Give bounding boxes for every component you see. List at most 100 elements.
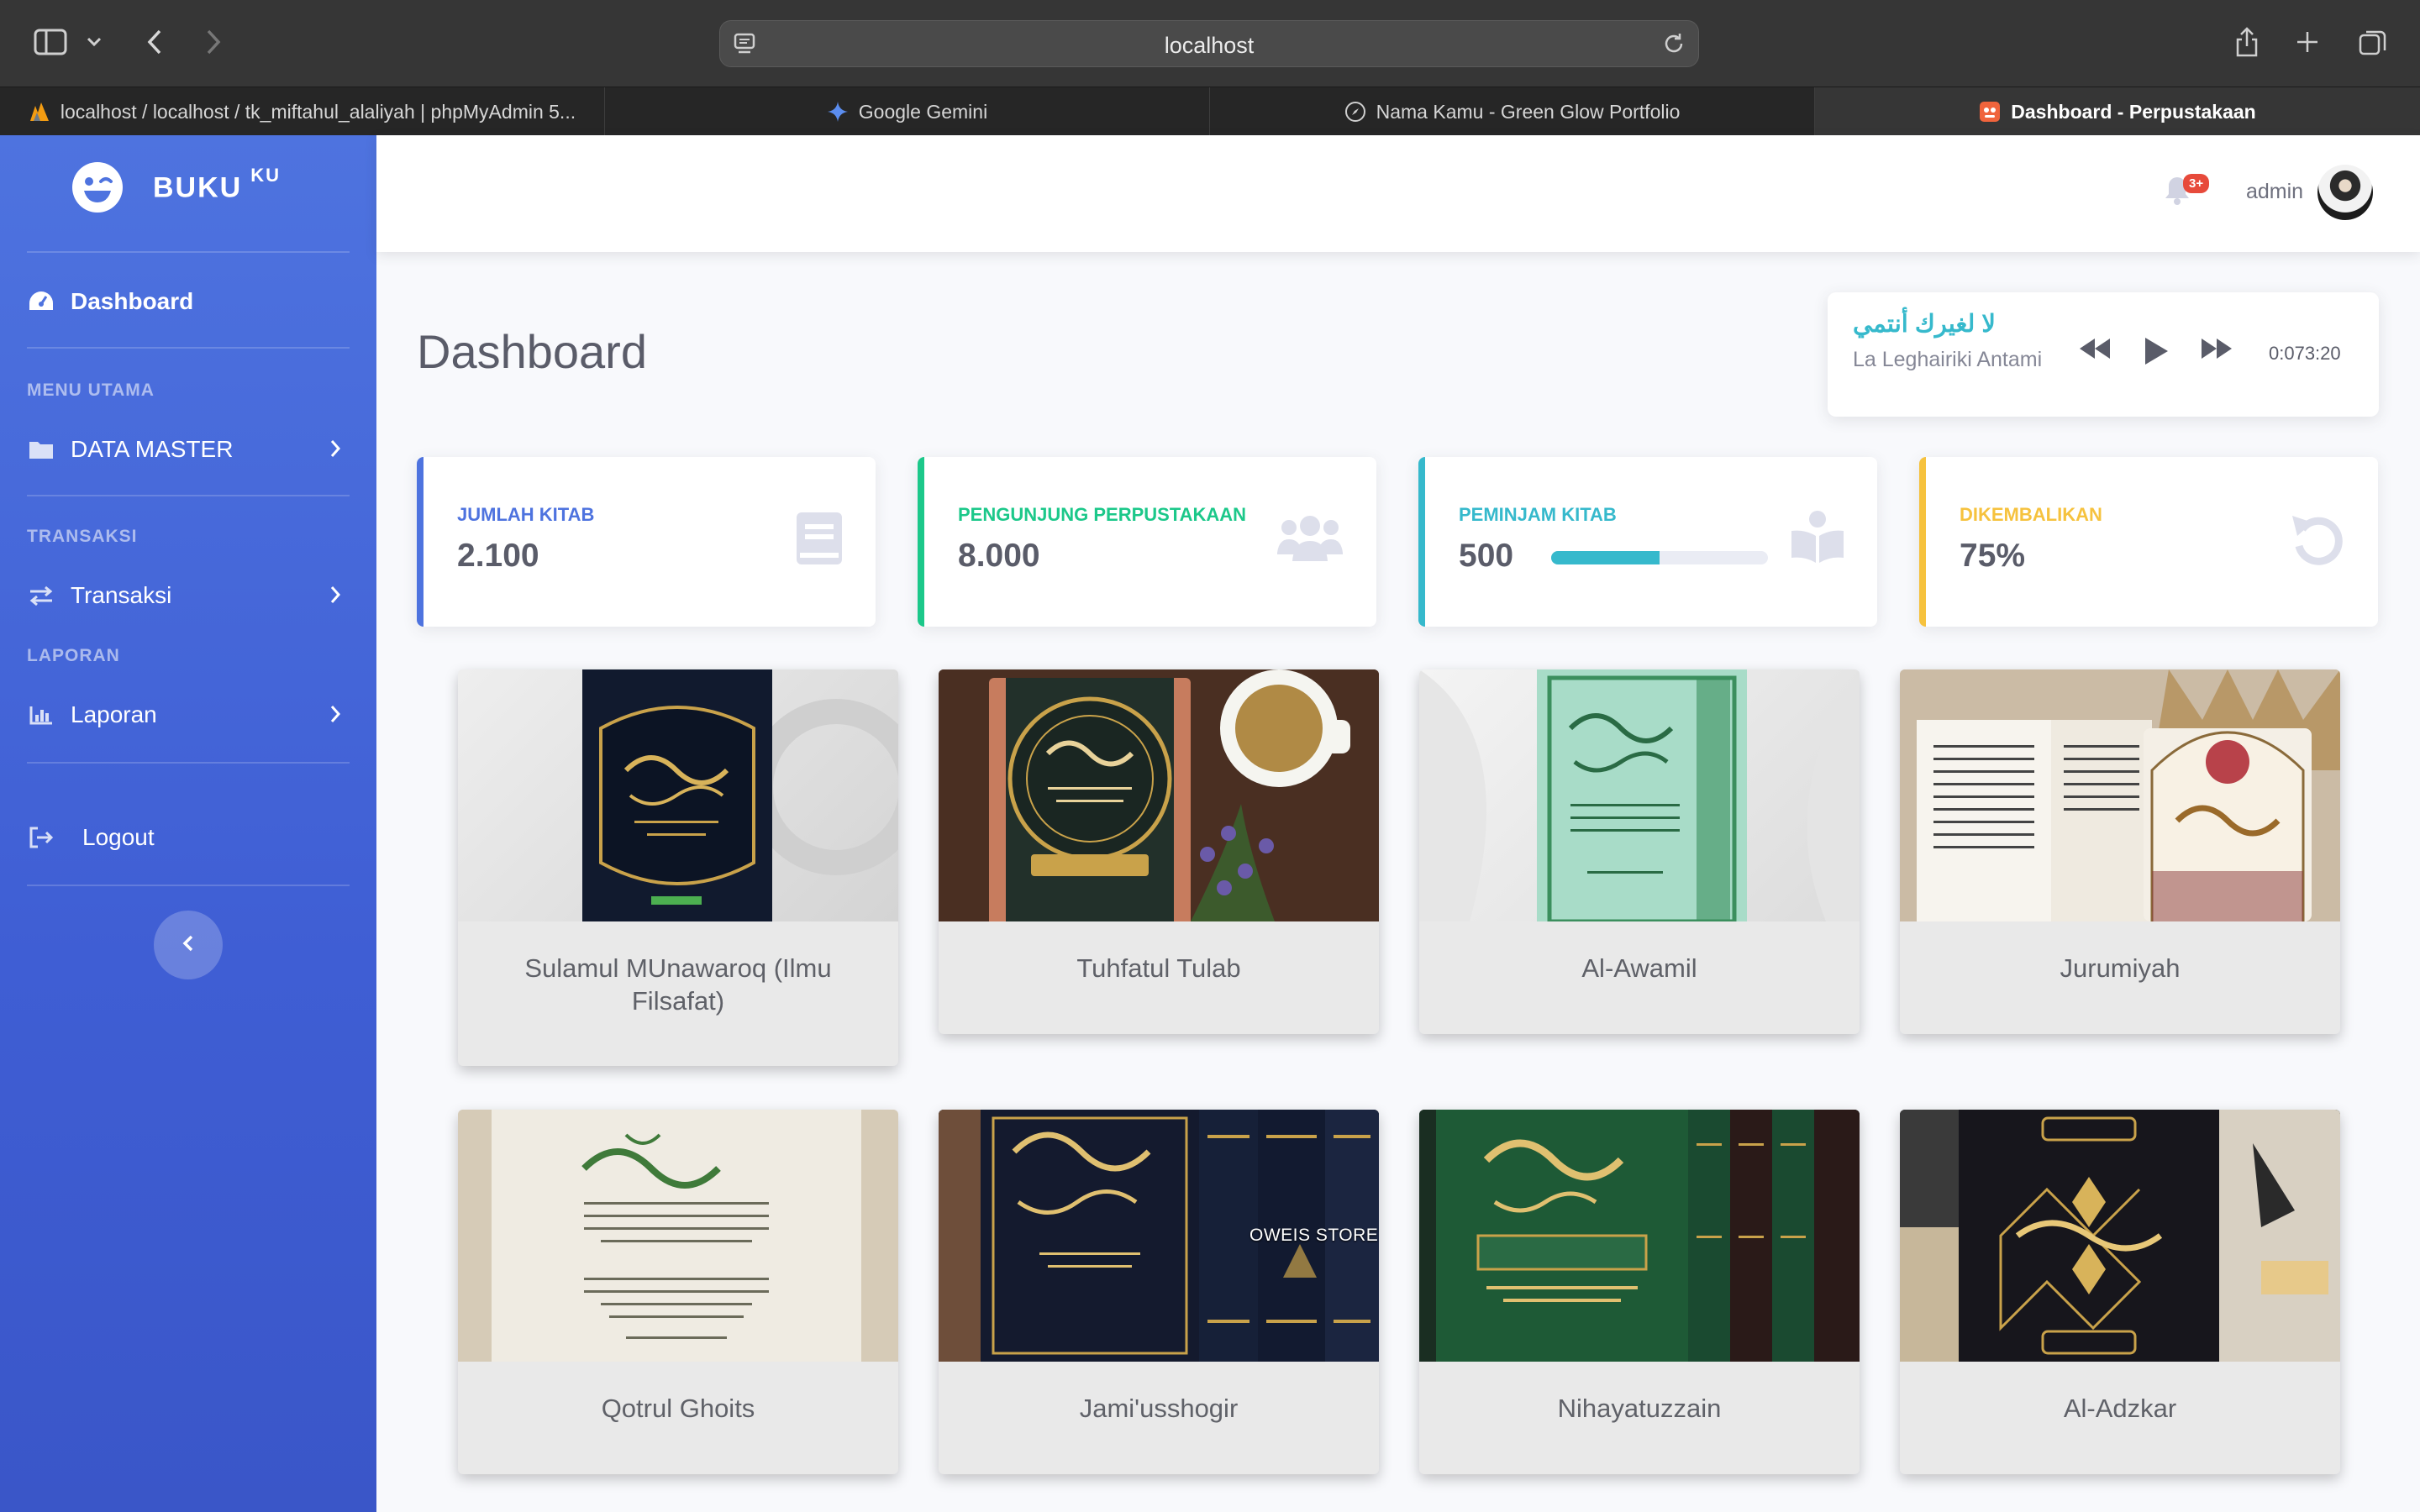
- divider: [27, 885, 350, 886]
- song-title-arabic: لا لغيرك أنتمي: [1853, 311, 1996, 338]
- tab-portfolio[interactable]: Nama Kamu - Green Glow Portfolio: [1210, 87, 1815, 136]
- progress-fill: [1551, 551, 1660, 564]
- chevron-down-icon[interactable]: [79, 22, 109, 62]
- sidebar-heading-transaksi: TRANSAKSI: [27, 527, 138, 546]
- book-title: Qotrul Ghoits: [601, 1394, 755, 1423]
- stat-card-jumlah-kitab: JUMLAH KITAB 2.100: [417, 457, 876, 627]
- sidebar-item-label: Transaksi: [71, 582, 172, 608]
- sidebar-item-label: Dashboard: [71, 288, 194, 314]
- rewind-icon[interactable]: [2078, 336, 2112, 365]
- book-cover: [1900, 1110, 2340, 1362]
- chevron-right-icon: [329, 584, 341, 611]
- stat-value: 8.000: [958, 538, 1040, 574]
- sidebar-item-transaksi[interactable]: Transaksi: [27, 574, 350, 617]
- tab-label: Google Gemini: [858, 100, 988, 123]
- divider: [27, 251, 350, 253]
- user-name[interactable]: admin: [2246, 180, 2303, 204]
- divider: [27, 762, 350, 764]
- tab-phpmyadmin[interactable]: localhost / localhost / tk_miftahul_alal…: [0, 87, 605, 136]
- book-cover: [1419, 669, 1860, 921]
- browser-toolbar: localhost: [0, 0, 2420, 87]
- stat-label: DIKEMBALIKAN: [1960, 504, 2102, 525]
- book-cover: [1900, 669, 2340, 921]
- sidebar-item-data-master[interactable]: DATA MASTER: [27, 428, 350, 471]
- brand-name: BUKU KU: [153, 165, 281, 204]
- divider: [27, 495, 350, 496]
- sidebar-heading-laporan: LAPORAN: [27, 646, 120, 665]
- tab-label: Dashboard - Perpustakaan: [2011, 100, 2256, 123]
- book-card[interactable]: Sulamul MUnawaroq (Ilmu Filsafat): [458, 669, 898, 1066]
- book-title: Jurumiyah: [2060, 953, 2181, 983]
- chart-area-icon: [27, 701, 55, 729]
- book-card[interactable]: Jurumiyah: [1900, 669, 2340, 1034]
- sidebar: BUKU KU Dashboard MENU UTAMA DATA MASTER …: [0, 135, 376, 1512]
- watermark-text: OWEIS STORE: [1249, 1226, 1379, 1245]
- tab-label: Nama Kamu - Green Glow Portfolio: [1376, 100, 1681, 123]
- stat-label: PENGUNJUNG PERPUSTAKAAN: [958, 504, 1247, 525]
- stat-label: PEMINJAM KITAB: [1459, 504, 1617, 525]
- sidebar-collapse-button[interactable]: [154, 911, 223, 979]
- tab-strip: localhost / localhost / tk_miftahul_alal…: [0, 87, 2420, 136]
- book-title: Tuhfatul Tulab: [1076, 953, 1241, 983]
- book-title: Al-Adzkar: [2063, 1394, 2177, 1423]
- book-reader-icon: [1790, 509, 1845, 569]
- sidebar-item-label: Laporan: [71, 701, 157, 727]
- new-tab-icon[interactable]: [2287, 22, 2328, 62]
- exchange-icon: [27, 581, 55, 610]
- tab-label: localhost / localhost / tk_miftahul_alal…: [60, 100, 576, 123]
- fast-forward-icon[interactable]: [2200, 336, 2233, 365]
- book-card[interactable]: Al-Adzkar: [1900, 1110, 2340, 1474]
- progress-bar: [1551, 551, 1768, 564]
- book-card[interactable]: Al-Awamil: [1419, 669, 1860, 1034]
- song-title-latin: La Leghairiki Antami: [1853, 348, 2043, 371]
- forward-icon[interactable]: [193, 22, 234, 62]
- sidebar-toggle-icon[interactable]: [30, 22, 71, 62]
- sidebar-item-laporan[interactable]: Laporan: [27, 693, 350, 737]
- stat-value: 75%: [1960, 538, 2026, 574]
- share-icon[interactable]: [2227, 22, 2267, 62]
- avatar[interactable]: [2317, 165, 2373, 220]
- reload-icon[interactable]: [1661, 31, 1686, 60]
- stat-value: 500: [1459, 538, 1514, 574]
- gemini-icon: [827, 101, 849, 123]
- book-cover: [939, 669, 1379, 921]
- tab-overview-icon[interactable]: [2353, 22, 2393, 62]
- notification-badge: 3+: [2183, 174, 2210, 193]
- book-title: Sulamul MUnawaroq (Ilmu Filsafat): [524, 953, 832, 1016]
- sidebar-heading-menu: MENU UTAMA: [27, 381, 155, 400]
- page-title: Dashboard: [417, 325, 647, 378]
- compass-icon: [1344, 101, 1366, 123]
- folder-icon: [27, 435, 55, 464]
- sign-out-icon: [27, 823, 55, 852]
- brand[interactable]: BUKU KU: [71, 160, 281, 214]
- book-card[interactable]: Qotrul Ghoits: [458, 1110, 898, 1474]
- stat-card-pengunjung: PENGUNJUNG PERPUSTAKAAN 8.000: [918, 457, 1376, 627]
- sidebar-item-label: DATA MASTER: [71, 436, 234, 462]
- address-bar[interactable]: localhost: [719, 20, 1699, 67]
- chevron-right-icon: [329, 703, 341, 730]
- play-icon[interactable]: [2143, 336, 2170, 370]
- book-cover: OWEIS STORE: [939, 1110, 1379, 1362]
- stat-value: 2.100: [457, 538, 539, 574]
- music-player: لا لغيرك أنتمي La Leghairiki Antami 0:07…: [1828, 292, 2379, 417]
- book-cover: [458, 1110, 898, 1362]
- book-card[interactable]: Tuhfatul Tulab: [939, 669, 1379, 1034]
- tab-gemini[interactable]: Google Gemini: [605, 87, 1210, 136]
- stat-card-dikembalikan: DIKEMBALIKAN 75%: [1919, 457, 2378, 627]
- url-text: localhost: [1164, 33, 1255, 58]
- back-icon[interactable]: [134, 22, 175, 62]
- book-card[interactable]: Nihayatuzzain: [1419, 1110, 1860, 1474]
- tab-dashboard[interactable]: Dashboard - Perpustakaan: [1815, 87, 2420, 136]
- track-time: 0:073:20: [2269, 343, 2341, 364]
- sidebar-item-logout[interactable]: Logout: [27, 816, 350, 859]
- users-icon: [1276, 514, 1344, 567]
- book-card[interactable]: OWEIS STORE Jami'usshogir: [939, 1110, 1379, 1474]
- book-title: Jami'usshogir: [1079, 1394, 1239, 1423]
- divider: [27, 347, 350, 349]
- book-cover: [1419, 1110, 1860, 1362]
- phpmyadmin-icon: [29, 101, 50, 123]
- book-title: Al-Awamil: [1581, 953, 1697, 983]
- stat-card-peminjam: PEMINJAM KITAB 500: [1418, 457, 1877, 627]
- stat-label: JUMLAH KITAB: [457, 504, 595, 525]
- sidebar-item-dashboard[interactable]: Dashboard: [27, 280, 350, 323]
